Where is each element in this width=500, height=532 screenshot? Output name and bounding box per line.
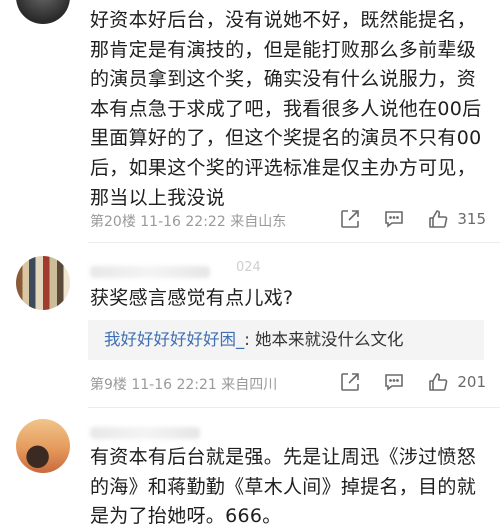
comment-text: 有资本有后台就是强。先是让周迅《涉过愤怒的海》和蒋勤勤《草木人间》掉提名，目的就… — [90, 446, 477, 528]
comment-meta: 第20楼 11-16 22:22 来自山东 — [90, 214, 287, 230]
avatar[interactable] — [16, 256, 70, 310]
like-count: 315 — [457, 210, 486, 228]
divider — [88, 242, 500, 243]
username-fragment: 024 — [236, 260, 261, 275]
comment-actions: 201 — [317, 371, 486, 393]
comment-text: 获奖感言感觉有点儿戏? — [90, 287, 294, 309]
share-button[interactable] — [339, 371, 361, 393]
thumbs-up-icon — [429, 210, 448, 228]
reply-button[interactable] — [383, 208, 405, 230]
thumbs-up-icon — [429, 373, 448, 391]
comment-meta: 第9楼 11-16 22:21 来自四川 — [90, 377, 278, 393]
avatar[interactable] — [16, 419, 70, 473]
share-icon — [341, 373, 360, 391]
share-button[interactable] — [339, 208, 361, 230]
username-blurred — [90, 427, 200, 439]
avatar[interactable] — [16, 0, 70, 24]
like-count: 201 — [457, 373, 486, 391]
like-button[interactable]: 315 — [427, 208, 486, 230]
username-blurred — [90, 266, 210, 278]
divider — [88, 407, 500, 408]
share-icon — [341, 210, 360, 228]
comment-item: 有资本有后台就是强。先是让周迅《涉过愤怒的海》和蒋勤勤《草木人间》掉提名，目的就… — [0, 413, 500, 531]
quoted-text: : 她本来就没什么文化 — [244, 330, 404, 349]
quoted-reply[interactable]: 我好好好好好好困_: 她本来就没什么文化 — [88, 320, 484, 360]
comment-item: 好资本好后台，没有说她不好，既然能提名，那肯定是有演技的，但是能打败那么多前辈级… — [0, 0, 500, 248]
comment-item: 024 获奖感言感觉有点儿戏? 我好好好好好好困_: 她本来就没什么文化 第9楼… — [0, 248, 500, 413]
comment-icon — [385, 374, 404, 391]
comment-text: 好资本好后台，没有说她不好，既然能提名，那肯定是有演技的，但是能打败那么多前辈级… — [90, 9, 482, 209]
quoted-username[interactable]: 我好好好好好好困_ — [88, 330, 244, 349]
reply-button[interactable] — [383, 371, 405, 393]
like-button[interactable]: 201 — [427, 371, 486, 393]
comment-icon — [385, 211, 404, 228]
comment-actions: 315 — [317, 208, 486, 230]
